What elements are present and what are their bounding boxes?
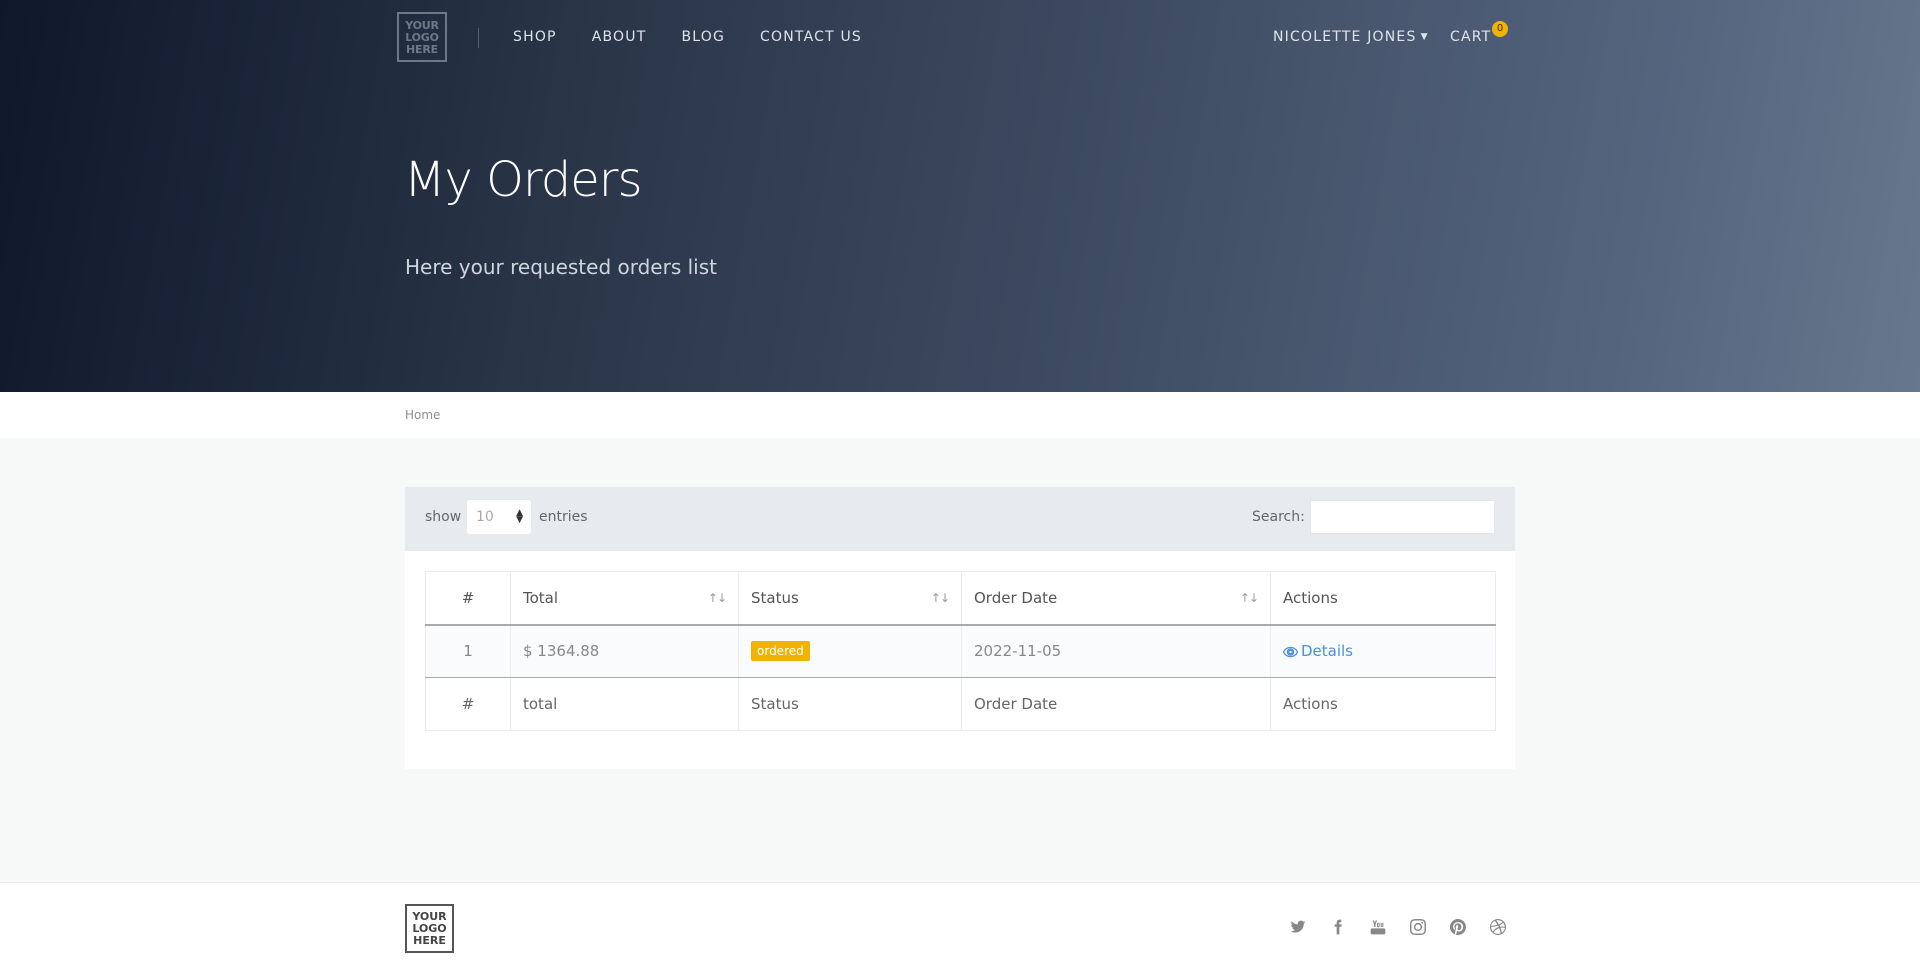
eye-icon: [1283, 646, 1298, 658]
footer-logo[interactable]: YOUR LOGO HERE: [405, 904, 454, 953]
user-menu-dropdown[interactable]: NICOLETTE JONES ▼: [1273, 29, 1429, 45]
caret-down-icon: ▼: [1420, 32, 1429, 42]
status-badge: ordered: [751, 641, 810, 662]
cell-actions: Details: [1270, 624, 1496, 678]
table-row: 1 $ 1364.88 ordered 2022-11-05 Details: [425, 624, 1496, 678]
nav-blog-link[interactable]: BLOG: [681, 29, 725, 45]
cell-total: $ 1364.88: [510, 624, 739, 678]
search-input[interactable]: [1310, 500, 1495, 534]
orders-panel: show 10 ▲ ▼ entries Search: # Total ↑↓ Sta…: [405, 487, 1515, 769]
nav-contact-link[interactable]: CONTACT US: [760, 29, 862, 45]
page-title: My Orders: [404, 152, 642, 208]
sort-icon[interactable]: ↑↓: [1240, 591, 1259, 605]
user-name: NICOLETTE JONES: [1273, 29, 1417, 45]
top-navigation: YOUR LOGO HERE SHOP ABOUT BLOG CONTACT US …: [397, 12, 1511, 64]
header-total[interactable]: Total ↑↓: [510, 571, 739, 626]
instagram-icon[interactable]: [1408, 917, 1428, 937]
header-order-date[interactable]: Order Date ↑↓: [961, 571, 1271, 626]
breadcrumb: Home: [0, 392, 1920, 438]
cell-order-date: 2022-11-05: [961, 624, 1271, 678]
cart-count-badge: 0: [1492, 21, 1508, 37]
select-arrows-icon: ▲ ▼: [516, 508, 523, 525]
nav-shop-link[interactable]: SHOP: [513, 29, 557, 45]
nav-links: SHOP ABOUT BLOG CONTACT US: [513, 29, 897, 45]
page-subtitle: Here your requested orders list: [405, 255, 717, 279]
sort-icon[interactable]: ↑↓: [708, 591, 727, 605]
youtube-icon[interactable]: [1368, 917, 1388, 937]
entries-value: 10: [476, 509, 494, 525]
table-footer-row: # total Status Order Date Actions: [425, 677, 1496, 731]
site-footer: YOUR LOGO HERE: [0, 882, 1920, 972]
twitter-icon[interactable]: [1288, 917, 1308, 937]
cell-number: 1: [425, 624, 511, 678]
dribbble-icon[interactable]: [1488, 917, 1508, 937]
table-toolbar: show 10 ▲ ▼ entries Search:: [405, 487, 1515, 551]
sort-icon[interactable]: ↑↓: [931, 591, 950, 605]
footer-status: Status: [738, 677, 962, 731]
footer-order-date: Order Date: [961, 677, 1271, 731]
cell-status: ordered: [738, 624, 962, 678]
header-status[interactable]: Status ↑↓: [738, 571, 962, 626]
details-link[interactable]: Details: [1283, 642, 1353, 660]
breadcrumb-home-link[interactable]: Home: [405, 408, 440, 422]
nav-divider: [478, 28, 479, 48]
show-label: show: [425, 509, 462, 525]
entries-label: entries: [539, 509, 588, 525]
social-links: [1288, 917, 1528, 937]
footer-number: #: [425, 677, 511, 731]
nav-about-link[interactable]: ABOUT: [592, 29, 647, 45]
facebook-icon[interactable]: [1328, 917, 1348, 937]
entries-per-page-select[interactable]: 10 ▲ ▼: [467, 500, 531, 534]
site-logo[interactable]: YOUR LOGO HERE: [397, 12, 447, 62]
orders-table: # Total ↑↓ Status ↑↓ Order Date ↑↓ Actions …: [425, 571, 1496, 731]
cart-link[interactable]: CART: [1450, 29, 1491, 45]
footer-total: total: [510, 677, 739, 731]
header-number: #: [425, 571, 511, 626]
search-label: Search:: [1252, 509, 1305, 525]
header-actions: Actions: [1270, 571, 1496, 626]
table-header-row: # Total ↑↓ Status ↑↓ Order Date ↑↓ Actions: [425, 571, 1496, 626]
footer-actions: Actions: [1270, 677, 1496, 731]
hero-banner: YOUR LOGO HERE SHOP ABOUT BLOG CONTACT US …: [0, 0, 1920, 392]
pinterest-icon[interactable]: [1448, 917, 1468, 937]
